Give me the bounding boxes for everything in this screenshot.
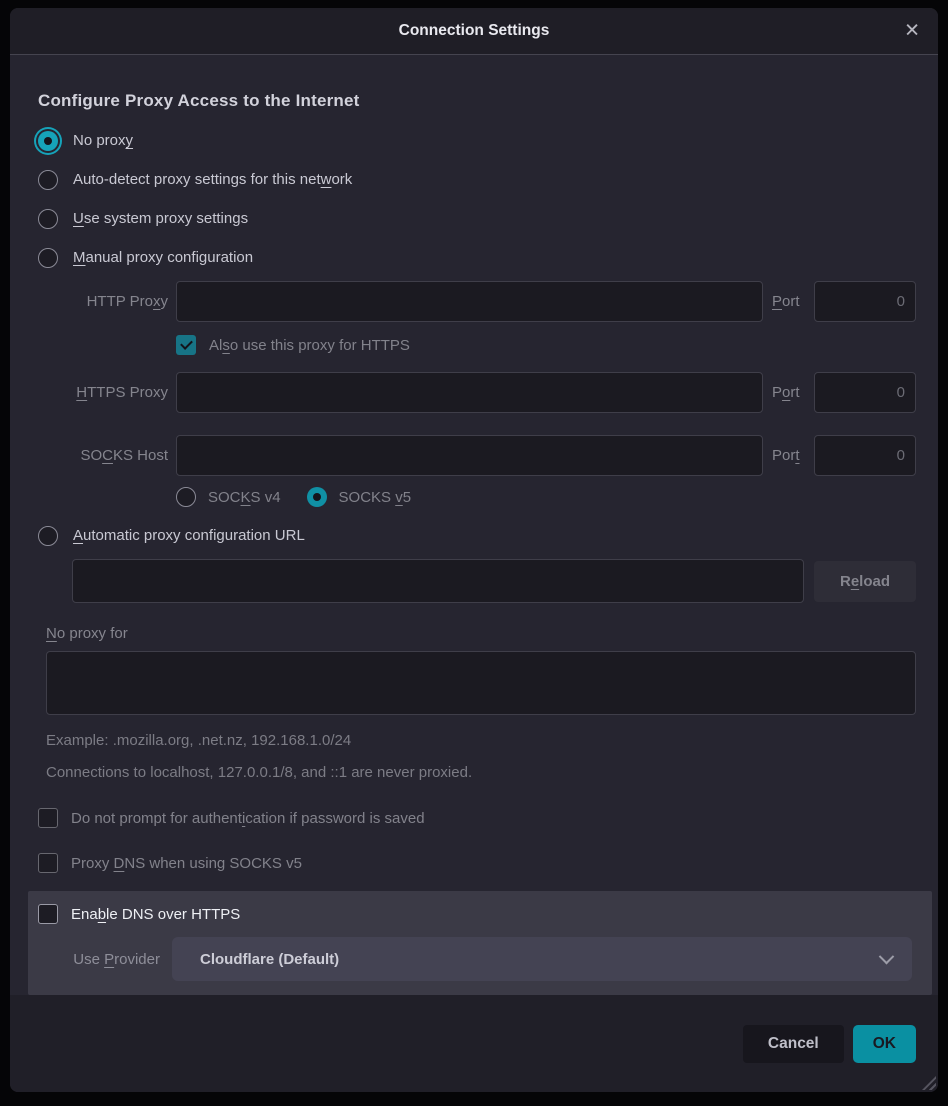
radio-row-system-proxy: Use system proxy settings [38,199,916,238]
doh-provider-label: Use Provider [38,951,172,968]
radio-socks-v4[interactable] [176,487,196,507]
https-port-label: Port [772,384,806,401]
dialog-content: Configure Proxy Access to the Internet N… [10,55,938,1092]
no-proxy-for-label: No proxy for [46,625,916,642]
dialog-title: Connection Settings [399,22,550,40]
page-title: Configure Proxy Access to the Internet [38,91,916,111]
https-proxy-input[interactable] [176,372,763,413]
titlebar: Connection Settings ✕ [10,8,938,55]
radio-system-proxy[interactable] [38,209,58,229]
ok-button[interactable]: OK [853,1025,916,1063]
radio-manual-proxy-label[interactable]: Manual proxy configuration [73,249,253,266]
socks-host-input[interactable] [176,435,763,476]
enable-doh-label[interactable]: Enable DNS over HTTPS [71,906,240,923]
http-proxy-label: HTTP Proxy [38,293,172,310]
socks-port-label: Port [772,447,806,464]
auto-url-row: Reload [72,559,916,603]
radio-socks-v4-label[interactable]: SOCKS v4 [208,489,281,506]
close-icon[interactable]: ✕ [904,22,920,41]
http-port-label: Port [772,293,806,310]
radio-row-manual-proxy: Manual proxy configuration [38,238,916,277]
radio-socks-v5-label[interactable]: SOCKS v5 [339,489,412,506]
https-proxy-label: HTTPS Proxy [38,384,172,401]
also-https-row: Also use this proxy for HTTPS [176,322,916,368]
doh-provider-value: Cloudflare (Default) [200,951,339,968]
radio-autodetect-label[interactable]: Auto-detect proxy settings for this netw… [73,171,352,188]
no-prompt-auth-checkbox[interactable] [38,808,58,828]
radio-auto-proxy-url[interactable] [38,526,58,546]
radio-row-autodetect: Auto-detect proxy settings for this netw… [38,160,916,199]
no-proxy-example-text: Example: .mozilla.org, .net.nz, 192.168.… [46,732,916,749]
also-https-checkbox[interactable] [176,335,196,355]
also-https-label[interactable]: Also use this proxy for HTTPS [209,337,410,354]
socks-host-label: SOCKS Host [38,447,172,464]
socks-version-row: SOCKS v4 SOCKS v5 [176,478,916,516]
https-port-input[interactable] [814,372,916,413]
radio-row-auto-url: Automatic proxy configuration URL [38,516,916,555]
radio-row-no-proxy: No proxy [38,121,916,160]
proxy-dns-checkbox[interactable] [38,853,58,873]
radio-no-proxy[interactable] [38,131,58,151]
connection-settings-dialog: Connection Settings ✕ Configure Proxy Ac… [10,8,938,1092]
doh-provider-dropdown[interactable]: Cloudflare (Default) [172,937,912,981]
https-proxy-row: HTTPS Proxy Port [38,372,916,413]
radio-autodetect-proxy[interactable] [38,170,58,190]
socks-host-row: SOCKS Host Port [38,435,916,476]
doh-provider-row: Use Provider Cloudflare (Default) [38,937,912,981]
localhost-note-text: Connections to localhost, 127.0.0.1/8, a… [46,764,916,781]
no-prompt-auth-label[interactable]: Do not prompt for authentication if pass… [71,810,425,827]
socks-port-input[interactable] [814,435,916,476]
dns-over-https-section: Enable DNS over HTTPS Use Provider Cloud… [28,891,932,995]
dialog-footer: Cancel OK [10,995,938,1092]
enable-doh-checkbox[interactable] [38,904,58,924]
socks-v4-option: SOCKS v4 [176,487,281,507]
http-proxy-row: HTTP Proxy Port [38,281,916,322]
chevron-down-icon [879,948,895,964]
proxy-dns-label[interactable]: Proxy DNS when using SOCKS v5 [71,855,302,872]
radio-system-proxy-label[interactable]: Use system proxy settings [73,210,248,227]
proxy-dns-row: Proxy DNS when using SOCKS v5 [38,853,916,873]
enable-doh-row: Enable DNS over HTTPS [38,904,912,924]
reload-button[interactable]: Reload [814,561,916,602]
radio-auto-proxy-url-label[interactable]: Automatic proxy configuration URL [73,527,305,544]
radio-no-proxy-label[interactable]: No proxy [73,132,133,149]
socks-v5-option: SOCKS v5 [307,487,412,507]
http-proxy-input[interactable] [176,281,763,322]
http-port-input[interactable] [814,281,916,322]
radio-socks-v5[interactable] [307,487,327,507]
radio-manual-proxy[interactable] [38,248,58,268]
no-prompt-auth-row: Do not prompt for authentication if pass… [38,808,916,828]
no-proxy-for-textarea[interactable] [46,651,916,715]
auto-proxy-url-input[interactable] [72,559,804,603]
cancel-button[interactable]: Cancel [743,1025,844,1063]
